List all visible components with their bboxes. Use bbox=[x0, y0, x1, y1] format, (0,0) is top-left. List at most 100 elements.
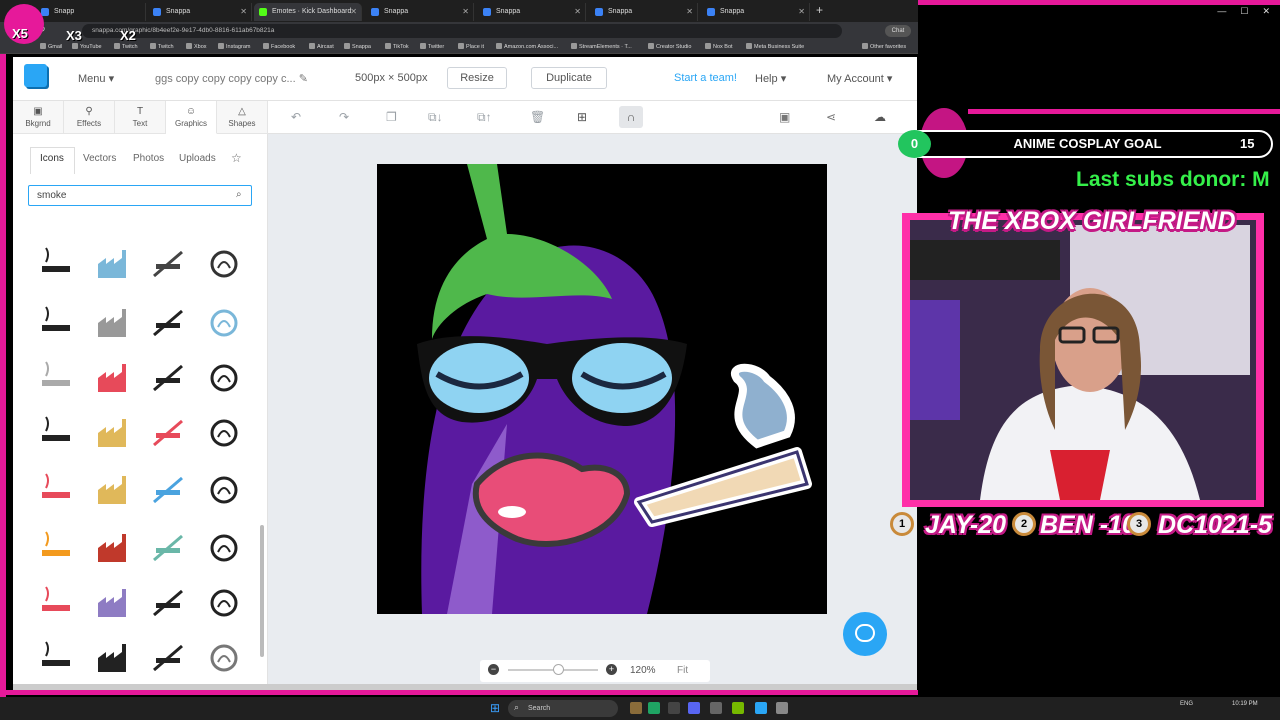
zoom-in-icon[interactable]: + bbox=[606, 664, 617, 675]
edge-icon[interactable] bbox=[648, 702, 660, 714]
smoke-result-icon[interactable] bbox=[38, 585, 74, 621]
bring-forward-icon[interactable]: ⧉↑ bbox=[477, 110, 492, 125]
bookmark[interactable]: YouTube bbox=[72, 43, 102, 50]
bookmark[interactable]: Aircast bbox=[309, 43, 334, 50]
smoke-result-icon[interactable] bbox=[38, 472, 74, 508]
undo-icon[interactable]: ↶ bbox=[291, 110, 301, 124]
smoke-result-icon[interactable] bbox=[150, 640, 186, 676]
smoke-result-icon[interactable] bbox=[150, 305, 186, 341]
smoke-result-icon[interactable] bbox=[94, 360, 130, 396]
share-icon[interactable]: ⋖ bbox=[826, 110, 836, 124]
smoke-result-icon[interactable] bbox=[94, 640, 130, 676]
delete-icon[interactable]: 🗑 bbox=[530, 110, 545, 124]
fit-button[interactable]: Fit bbox=[677, 665, 688, 676]
smoke-result-icon[interactable] bbox=[150, 360, 186, 396]
search-input[interactable]: smoke bbox=[28, 185, 252, 206]
bookmark[interactable]: Place it bbox=[458, 43, 484, 50]
bookmark[interactable]: StreamElements · T... bbox=[571, 43, 632, 50]
help-chat-button[interactable] bbox=[843, 612, 887, 656]
bookmark[interactable]: Facebook bbox=[263, 43, 295, 50]
tab-effects[interactable]: ⚲ Effects bbox=[64, 101, 115, 134]
windows-start-icon[interactable]: ⊞ bbox=[490, 702, 502, 714]
smoke-result-icon[interactable] bbox=[94, 585, 130, 621]
browser-tab[interactable]: Snappa ✕ bbox=[366, 3, 474, 21]
browser-tab[interactable]: Snappa ✕ bbox=[478, 3, 586, 21]
menu-button[interactable]: Menu ▾ bbox=[78, 72, 114, 85]
smoke-result-icon[interactable] bbox=[150, 585, 186, 621]
search-icon[interactable]: ⌕ bbox=[236, 189, 242, 200]
resize-button[interactable]: Resize bbox=[447, 67, 507, 89]
bookmark[interactable]: Twitch bbox=[150, 43, 174, 50]
tab-shapes[interactable]: △ Shapes bbox=[217, 101, 268, 134]
browser-tab[interactable]: Snappa ✕ bbox=[590, 3, 698, 21]
language-indicator[interactable]: ENG bbox=[1180, 701, 1193, 707]
browser-tab[interactable]: Snapp bbox=[36, 3, 146, 21]
magnet-icon[interactable]: ∩ bbox=[619, 106, 643, 128]
copilot-button[interactable]: Chat bbox=[885, 25, 911, 37]
close-icon[interactable]: ✕ bbox=[686, 3, 693, 21]
tab-text[interactable]: T Text bbox=[115, 101, 166, 134]
discord-icon[interactable] bbox=[688, 702, 700, 714]
close-icon[interactable]: ✕ bbox=[574, 3, 581, 21]
smoke-result-icon[interactable] bbox=[38, 530, 74, 566]
smoke-result-icon[interactable] bbox=[94, 530, 130, 566]
bookmark[interactable]: Instagram bbox=[218, 43, 250, 50]
close-icon[interactable]: ✕ bbox=[462, 3, 469, 21]
smoke-result-icon[interactable] bbox=[150, 530, 186, 566]
smoke-result-icon[interactable] bbox=[206, 640, 242, 676]
account-menu[interactable]: My Account ▾ bbox=[827, 72, 892, 85]
download-icon[interactable]: ☁ bbox=[874, 110, 886, 124]
zoom-out-icon[interactable]: − bbox=[488, 664, 499, 675]
other-favorites[interactable]: Other favorites bbox=[862, 43, 906, 50]
smoke-result-icon[interactable] bbox=[206, 360, 242, 396]
browser-tab[interactable]: Snappa ✕ bbox=[702, 3, 810, 21]
smoke-result-icon[interactable] bbox=[38, 246, 74, 282]
close-icon[interactable]: ✕ bbox=[350, 3, 357, 21]
bookmark[interactable]: Gmail bbox=[40, 43, 62, 50]
design-canvas[interactable] bbox=[377, 164, 827, 614]
send-backward-icon[interactable]: ⧉↓ bbox=[428, 110, 443, 125]
tab-background[interactable]: ▣ Bkgrnd bbox=[13, 101, 64, 134]
start-team-link[interactable]: Start a team! bbox=[674, 72, 737, 84]
app-icon[interactable] bbox=[755, 702, 767, 714]
app-icon[interactable] bbox=[776, 702, 788, 714]
smoke-result-icon[interactable] bbox=[94, 415, 130, 451]
copy-icon[interactable]: ❐ bbox=[386, 110, 397, 124]
bookmark[interactable]: Amazon.com Associ... bbox=[496, 43, 558, 50]
save-icon[interactable]: ▣ bbox=[779, 110, 790, 124]
snappa-logo[interactable] bbox=[24, 64, 47, 87]
taskbar-app-icon[interactable] bbox=[630, 702, 642, 714]
clock[interactable]: 10:19 PM bbox=[1232, 701, 1258, 707]
smoke-result-icon[interactable] bbox=[94, 246, 130, 282]
smoke-result-icon[interactable] bbox=[206, 246, 242, 282]
smoke-result-icon[interactable] bbox=[150, 472, 186, 508]
document-title[interactable]: ggs copy copy copy copy c... ✎ bbox=[155, 72, 308, 85]
new-tab-button[interactable]: + bbox=[816, 3, 823, 17]
pencil-icon[interactable]: ✎ bbox=[299, 73, 308, 85]
subtab-photos[interactable]: Photos bbox=[133, 153, 164, 164]
horizontal-scrollbar[interactable] bbox=[13, 684, 917, 690]
grid-icon[interactable]: ⊞ bbox=[577, 110, 587, 124]
subtab-vectors[interactable]: Vectors bbox=[83, 153, 116, 164]
redo-icon[interactable]: ↷ bbox=[339, 110, 349, 124]
smoke-result-icon[interactable] bbox=[150, 415, 186, 451]
close-icon[interactable]: ✕ bbox=[798, 3, 805, 21]
url-field[interactable]: snappa.com/graphic/8b4eef2e-9e17-4db0-88… bbox=[82, 24, 842, 38]
smoke-result-icon[interactable] bbox=[38, 360, 74, 396]
subtab-icons[interactable]: Icons bbox=[40, 153, 64, 164]
bookmark[interactable]: Twitch bbox=[114, 43, 138, 50]
app-icon[interactable] bbox=[710, 702, 722, 714]
smoke-result-icon[interactable] bbox=[206, 585, 242, 621]
browser-tab[interactable]: Snappa ✕ bbox=[148, 3, 252, 21]
terminal-icon[interactable] bbox=[668, 702, 680, 714]
bookmark[interactable]: TikTok bbox=[385, 43, 409, 50]
bookmark[interactable]: Twitter bbox=[420, 43, 444, 50]
bookmark[interactable]: Creator Studio bbox=[648, 43, 691, 50]
panel-scrollbar[interactable] bbox=[260, 525, 264, 657]
smoke-result-icon[interactable] bbox=[206, 415, 242, 451]
smoke-result-icon[interactable] bbox=[206, 472, 242, 508]
help-menu[interactable]: Help ▾ bbox=[755, 72, 786, 85]
bookmark[interactable]: Meta Business Suite bbox=[746, 43, 804, 50]
smoke-result-icon[interactable] bbox=[206, 530, 242, 566]
taskbar-search[interactable]: Search bbox=[508, 700, 618, 717]
